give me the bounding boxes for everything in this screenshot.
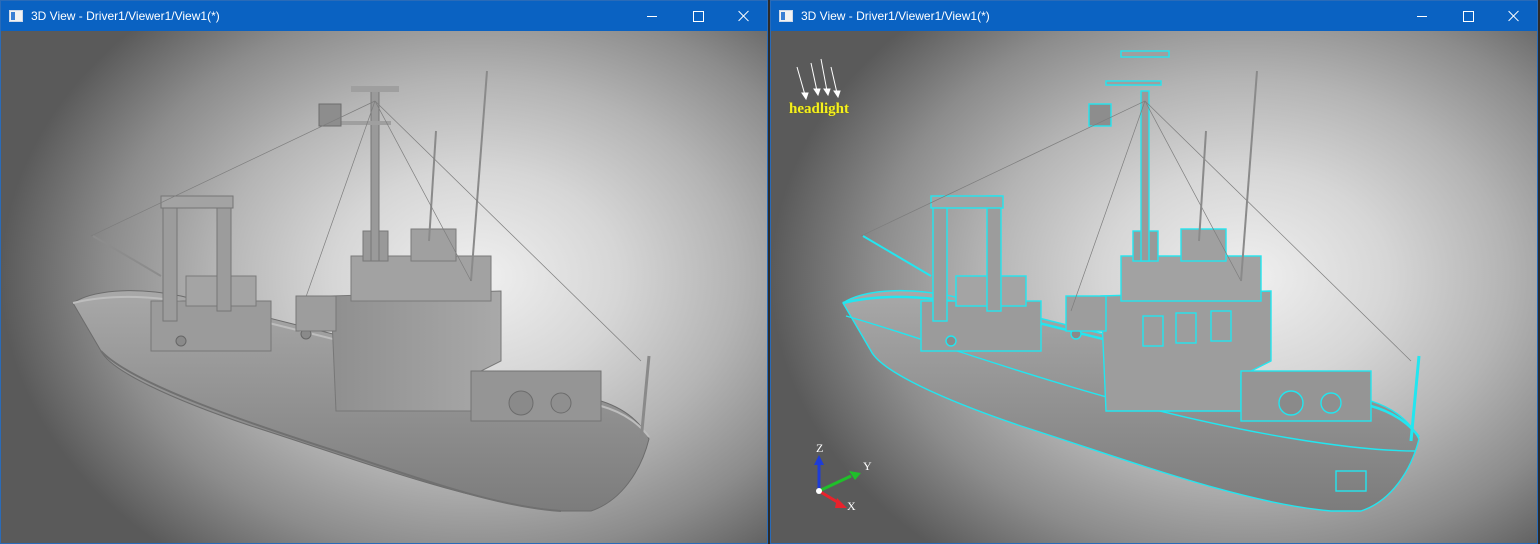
close-icon: [1508, 10, 1520, 22]
maximize-icon: [1462, 10, 1474, 22]
view-window-left[interactable]: 3D View - Driver1/Viewer1/View1(*): [0, 0, 768, 544]
minimize-button[interactable]: [1399, 1, 1445, 31]
app-window-icon: [779, 10, 793, 22]
axis-x-label: X: [847, 499, 856, 513]
headlight-icon: [796, 58, 841, 101]
window-title: 3D View - Driver1/Viewer1/View1(*): [801, 9, 990, 23]
3d-viewport[interactable]: headlight Z Y X: [771, 31, 1537, 543]
3d-viewport[interactable]: [1, 31, 767, 543]
axis-z-label: Z: [816, 441, 824, 455]
minimize-icon: [1417, 16, 1427, 17]
title-bar[interactable]: 3D View - Driver1/Viewer1/View1(*): [771, 1, 1537, 31]
title-bar[interactable]: 3D View - Driver1/Viewer1/View1(*): [1, 1, 767, 31]
minimize-icon: [647, 16, 657, 17]
ship-model-edges: [796, 50, 1421, 512]
close-icon: [738, 10, 750, 22]
minimize-button[interactable]: [629, 1, 675, 31]
view-window-right[interactable]: 3D View - Driver1/Viewer1/View1(*) headl…: [770, 0, 1538, 544]
maximize-button[interactable]: [1445, 1, 1491, 31]
ship-model-shaded: [72, 70, 651, 512]
maximize-button[interactable]: [675, 1, 721, 31]
maximize-icon: [692, 10, 704, 22]
window-title: 3D View - Driver1/Viewer1/View1(*): [31, 9, 220, 23]
close-button[interactable]: [721, 1, 767, 31]
axis-y-label: Y: [863, 459, 872, 473]
app-window-icon: [9, 10, 23, 22]
headlight-label: headlight: [789, 101, 850, 117]
close-button[interactable]: [1491, 1, 1537, 31]
